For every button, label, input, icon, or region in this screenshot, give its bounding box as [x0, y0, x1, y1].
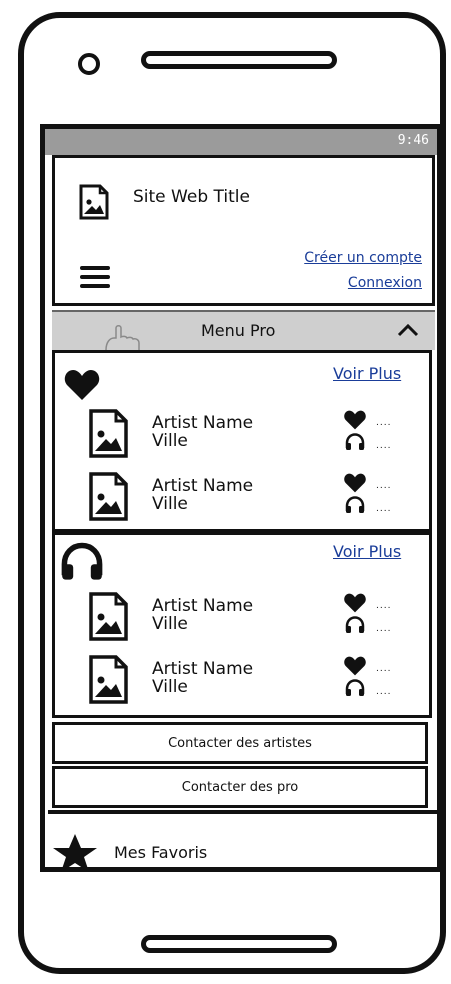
artist-name[interactable]: Artist Name	[152, 414, 253, 432]
listens-count: ....	[376, 624, 392, 634]
artist-name[interactable]: Artist Name	[152, 660, 253, 678]
login-link[interactable]: Connexion	[348, 275, 422, 291]
heart-icon	[343, 656, 367, 680]
likes-count: ....	[376, 601, 392, 611]
status-time: 9:46	[397, 133, 429, 148]
heart-icon	[343, 593, 367, 617]
artist-city: Ville	[152, 494, 188, 514]
listens-count: ....	[376, 504, 392, 514]
heart-icon	[343, 410, 367, 434]
artist-image-icon	[88, 409, 130, 459]
headphones-icon	[345, 679, 365, 701]
artist-name[interactable]: Artist Name	[152, 597, 253, 615]
artist-image-icon	[88, 472, 130, 522]
voir-plus-link[interactable]: Voir Plus	[333, 364, 401, 383]
artist-image-icon	[88, 655, 130, 705]
speaker	[141, 51, 337, 69]
divider	[48, 810, 437, 814]
listens-count: ....	[376, 687, 392, 697]
heart-icon	[343, 473, 367, 497]
headphones-icon	[345, 433, 365, 455]
listens-count: ....	[376, 441, 392, 451]
menu-pro-label: Menu Pro	[201, 321, 276, 340]
likes-count: ....	[376, 481, 392, 491]
status-bar: 9:46	[45, 129, 437, 155]
artist-image-icon	[88, 592, 130, 642]
favorites-item[interactable]: Mes Favoris	[114, 843, 207, 862]
chevron-up-icon[interactable]	[396, 322, 420, 338]
headphones-icon	[60, 542, 104, 586]
create-account-link[interactable]: Créer un compte	[304, 250, 422, 266]
likes-count: ....	[376, 664, 392, 674]
home-button[interactable]	[141, 935, 337, 953]
voir-plus-link[interactable]: Voir Plus	[333, 542, 401, 561]
artist-city: Ville	[152, 431, 188, 451]
star-icon	[50, 832, 100, 876]
hamburger-menu-icon[interactable]	[80, 266, 110, 288]
artist-name[interactable]: Artist Name	[152, 477, 253, 495]
headphones-icon	[345, 616, 365, 638]
headphones-icon	[345, 496, 365, 518]
site-title: Site Web Title	[133, 187, 250, 207]
likes-count: ....	[376, 418, 392, 428]
camera	[78, 53, 100, 75]
artist-city: Ville	[152, 677, 188, 697]
artist-city: Ville	[152, 614, 188, 634]
contact-artists-button[interactable]: Contacter des artistes	[52, 722, 428, 764]
contact-pro-button[interactable]: Contacter des pro	[52, 766, 428, 808]
heart-icon	[64, 369, 100, 405]
logo-image-icon	[78, 184, 110, 220]
